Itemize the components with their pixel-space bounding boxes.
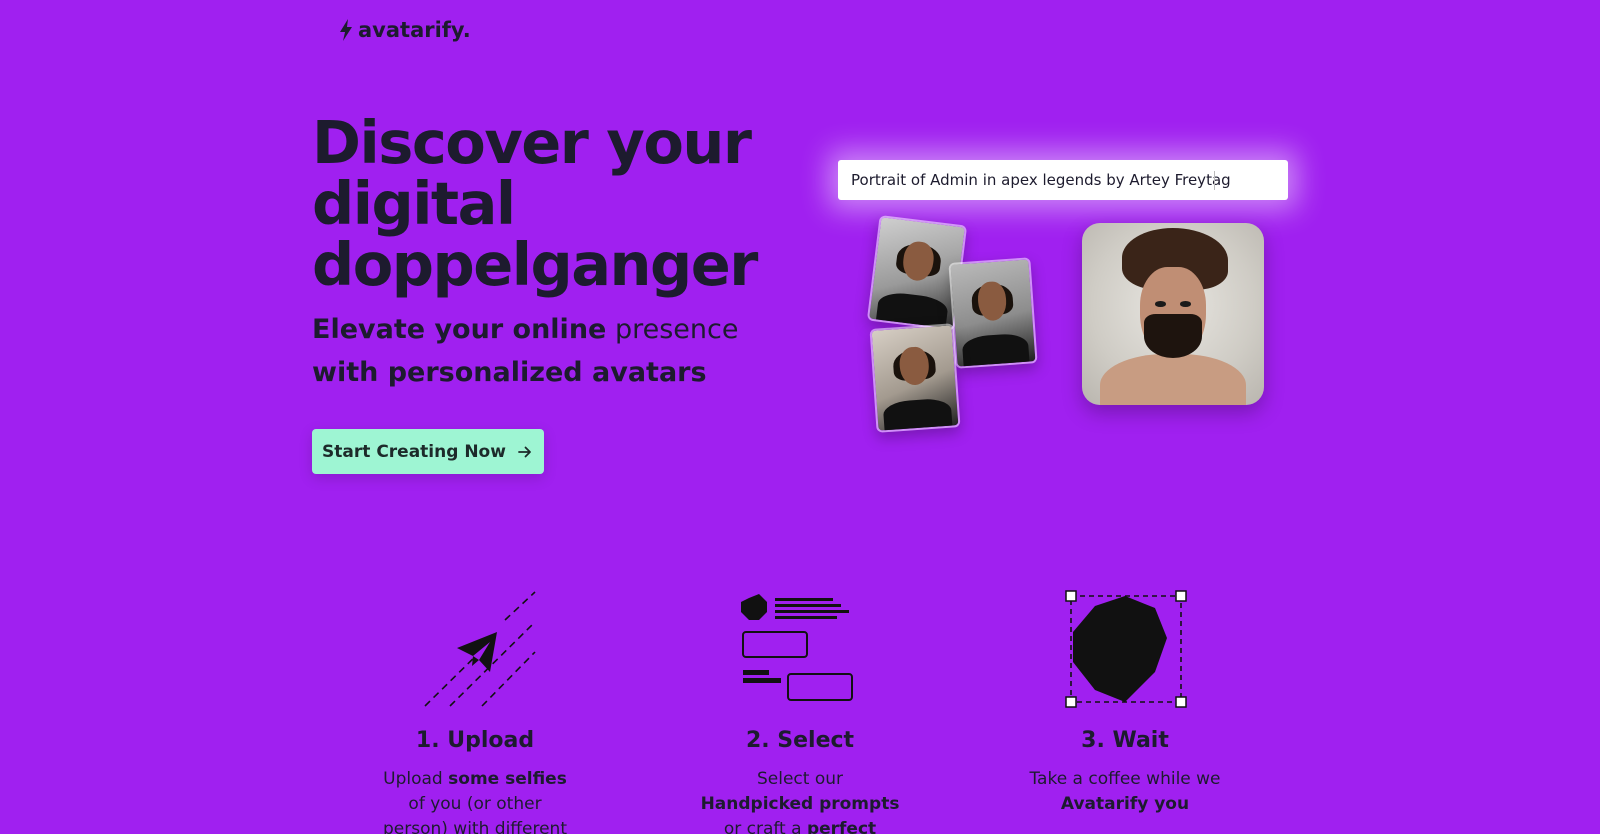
arrow-right-icon (518, 446, 531, 457)
desc-bold: Avatarify you (1060, 794, 1190, 814)
step-description: Take a coffee while we Avatarify you (1025, 767, 1225, 817)
step-wait: 3. Wait Take a coffee while we Avatarify… (975, 590, 1275, 817)
desc-text: Upload (383, 769, 449, 789)
cta-label: Start Creating Now (322, 441, 506, 462)
octagon-selection-icon (1065, 590, 1187, 708)
step-description: Upload some selfies of you (or other per… (375, 767, 575, 834)
desc-text: or craft a (723, 819, 807, 834)
paper-plane-icon (424, 591, 536, 707)
prompt-layout-icon (741, 594, 853, 701)
desc-bold: some selfies (448, 769, 567, 789)
text-caret (1214, 171, 1215, 190)
selfie-photo (869, 323, 961, 433)
prompt-input[interactable] (838, 160, 1288, 200)
selfie-photo (948, 257, 1038, 369)
step-title: 1. Upload (415, 728, 535, 753)
hero-subtitle: Elevate your online presence with person… (312, 308, 752, 394)
generated-avatar-image (1082, 223, 1264, 405)
lightning-bolt-icon (340, 19, 352, 41)
landing-page: avatarify. Discover your digital doppelg… (0, 0, 1600, 834)
start-creating-button[interactable]: Start Creating Now (312, 429, 544, 474)
desc-bold: Handpicked prompts (700, 794, 900, 814)
logo[interactable]: avatarify. (338, 18, 471, 42)
desc-text: Select our (756, 769, 843, 789)
subtitle-part1: Elevate your online (312, 314, 607, 345)
step-title: 3. Wait (1081, 728, 1169, 753)
step-title: 2. Select (745, 728, 855, 753)
step-upload: 1. Upload Upload some selfies of you (or… (325, 590, 625, 834)
subtitle-part3: with personalized avatars (312, 357, 707, 388)
hero-title: Discover your digital doppelganger (312, 108, 758, 299)
step-select: 2. Select Select our Handpicked prompts … (650, 590, 950, 834)
desc-text: of you (or other person) with different … (383, 794, 567, 834)
step-description: Select our Handpicked prompts or craft a… (700, 767, 900, 834)
desc-text: Take a coffee while we (1029, 769, 1221, 789)
subtitle-part2: presence (614, 314, 739, 345)
logo-text: avatarify. (358, 18, 471, 42)
